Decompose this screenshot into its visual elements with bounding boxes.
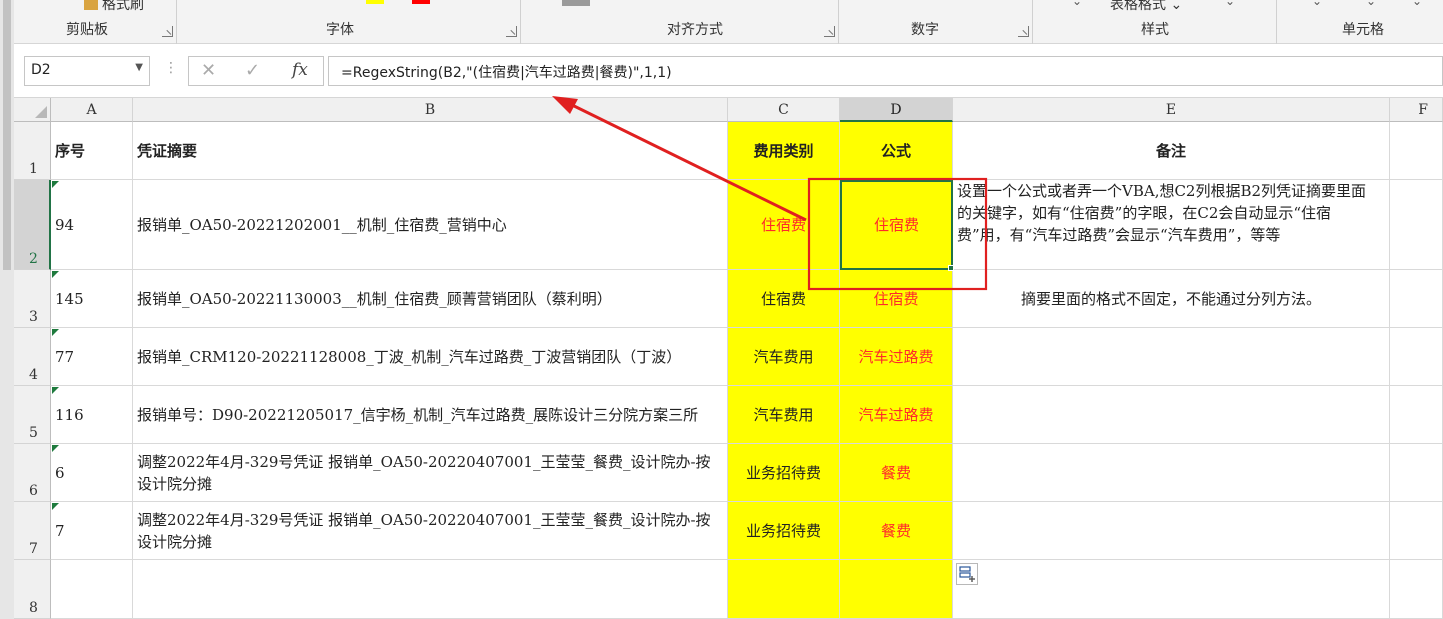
annotation-overlay	[552, 96, 988, 291]
annotation-rectangle	[807, 177, 988, 291]
annotation-arrow-line	[567, 101, 807, 222]
annotation-arrowhead	[552, 96, 578, 114]
